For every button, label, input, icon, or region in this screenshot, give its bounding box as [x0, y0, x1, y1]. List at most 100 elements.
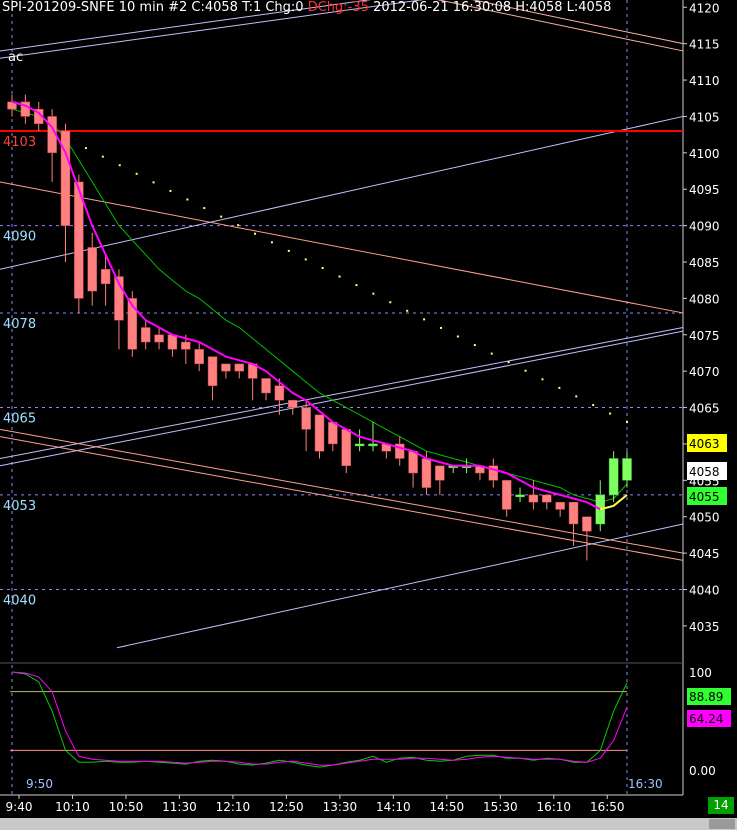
candle-body — [328, 421, 338, 445]
trend-dot — [626, 421, 628, 424]
price-tick-label: 4065 — [689, 402, 720, 416]
trend-dot — [355, 284, 358, 287]
time-tick-label: 14:10 — [376, 800, 411, 814]
trend-dot — [423, 318, 426, 321]
dchg-label: DChg:-35 — [307, 0, 369, 15]
price-tick-label: 4115 — [689, 38, 720, 52]
trend-dot — [101, 155, 104, 158]
oscillator-badge-label: 64.24 — [689, 712, 723, 726]
trend-dot — [490, 352, 493, 355]
candle-body — [354, 443, 365, 447]
time-tick-label: 9:40 — [6, 800, 33, 814]
level-label: 4103 — [3, 135, 36, 150]
candle-body — [435, 465, 445, 481]
candle-body — [87, 247, 97, 292]
candle-body — [181, 341, 191, 350]
indicator-label: ac — [8, 50, 24, 65]
trend-dot — [609, 412, 612, 415]
trend-dot — [304, 258, 307, 261]
price-tick-label: 4075 — [689, 329, 720, 343]
time-tick-label: 16:50 — [590, 800, 625, 814]
candle-body — [314, 414, 325, 452]
trend-dot — [507, 361, 510, 364]
candle-body — [221, 363, 231, 372]
symbol-label: SPI-201209-SNFE — [2, 0, 115, 15]
price-tick-label: 4085 — [689, 256, 720, 270]
time-tick-label: 13:30 — [323, 800, 358, 814]
trend-dot — [135, 172, 138, 175]
horizontal-scrollbar[interactable] — [0, 818, 737, 830]
session-end-label: 16:30 — [628, 777, 663, 791]
candle-body — [582, 516, 592, 532]
trend-dot — [456, 335, 459, 338]
time-tick-label: 12:10 — [216, 800, 251, 814]
price-tick-label: 4070 — [689, 365, 720, 379]
trend-dot — [152, 181, 155, 184]
trend-dot — [118, 164, 121, 167]
candle-body — [100, 269, 111, 285]
trend-dot — [254, 232, 257, 235]
price-tick-label: 4120 — [689, 1, 720, 15]
candle-body — [301, 407, 311, 430]
price-tick-label: 4105 — [689, 110, 720, 124]
trend-dot — [237, 224, 240, 227]
level-label: 4090 — [3, 230, 36, 245]
price-badge-label: 4058 — [689, 465, 720, 479]
candle-body — [515, 494, 525, 498]
candle-body — [154, 334, 164, 343]
price-tick-label: 4045 — [689, 547, 720, 561]
candle-body — [501, 480, 512, 510]
trend-dot — [372, 292, 375, 295]
candle-body — [368, 443, 378, 447]
candle-body — [261, 378, 271, 394]
trend-dot — [558, 386, 561, 389]
candle-body — [421, 458, 432, 488]
candle-body — [194, 349, 204, 365]
candle-body — [542, 494, 552, 503]
trend-dot — [575, 395, 578, 398]
trend-dot — [220, 215, 223, 218]
price-tick-label: 4050 — [689, 511, 720, 525]
trend-dot — [338, 275, 341, 278]
price-tick-label: 4040 — [689, 584, 720, 598]
trend-dot — [321, 266, 324, 269]
candle-body — [341, 429, 351, 467]
price-tick-label: 4100 — [689, 147, 720, 161]
trend-dot — [270, 241, 273, 244]
candle-body — [622, 458, 632, 481]
chart-background — [0, 0, 737, 795]
high-low-label: H:4058 L:4058 — [515, 0, 612, 15]
trend-dot — [169, 189, 172, 192]
trend-dot — [287, 249, 290, 252]
level-label: 4053 — [3, 499, 36, 514]
price-tick-label: 4035 — [689, 620, 720, 634]
level-label: 4065 — [3, 412, 36, 427]
time-tick-label: 12:50 — [269, 800, 304, 814]
candle-body — [528, 494, 539, 503]
trend-dot — [406, 309, 409, 312]
level-label: 4078 — [3, 317, 36, 332]
candle-body — [140, 327, 151, 343]
level-label: 4040 — [3, 594, 36, 609]
trend-dot — [84, 147, 87, 150]
price-tick-label: 4090 — [689, 220, 720, 234]
trend-dot — [440, 326, 443, 329]
info-label: #2 C:4058 T:1 Chg:0 — [168, 0, 304, 15]
session-start-label: 9:50 — [26, 777, 53, 791]
candle-body — [608, 458, 619, 496]
scrollbar-thumb[interactable] — [709, 819, 735, 829]
time-tick-label: 14:50 — [430, 800, 465, 814]
trend-dot — [203, 207, 206, 210]
price-badge-label: 4055 — [689, 490, 720, 504]
trend-dot — [524, 369, 527, 372]
candle-body — [274, 385, 285, 401]
time-tick-label: 10:10 — [55, 800, 90, 814]
time-tick-label: 11:30 — [162, 800, 197, 814]
time-tick-label: 10:50 — [109, 800, 144, 814]
price-badge-label: 4063 — [689, 437, 720, 451]
trend-dot — [592, 403, 595, 406]
candle-body — [167, 334, 178, 350]
trend-dot — [541, 378, 544, 381]
ticker-box[interactable]: 14 — [708, 797, 734, 814]
oscillator-tick-label: 100 — [689, 666, 712, 680]
